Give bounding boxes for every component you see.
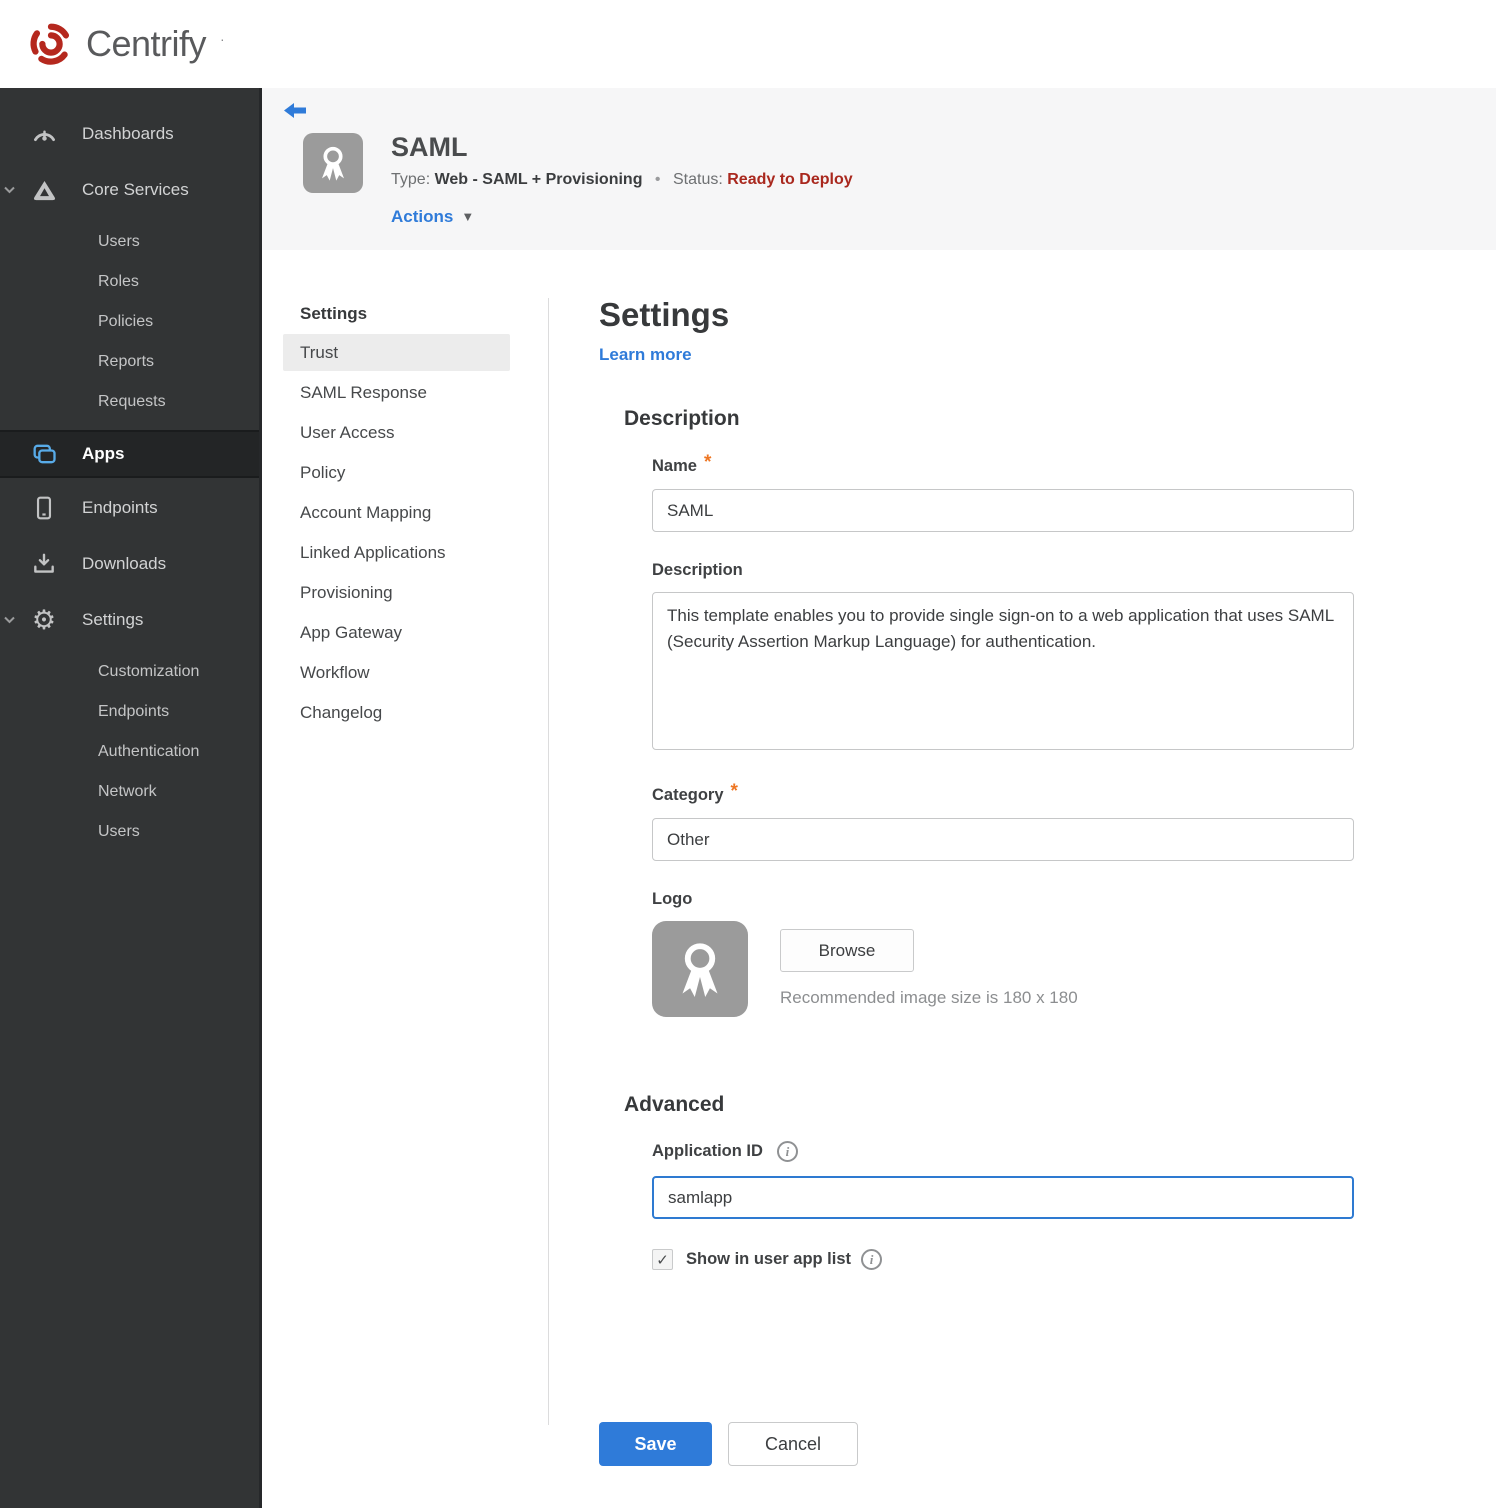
content-area: SAML Type: Web - SAML + Provisioning • S… [262, 88, 1496, 1508]
description-section: Description Name * SAML Description This… [599, 407, 1369, 1017]
brand-name: Centrify [86, 23, 207, 64]
sidebar-item-settings-users[interactable]: Users [0, 812, 259, 852]
application-id-field: Application ID i [652, 1141, 1369, 1219]
download-icon [30, 550, 58, 578]
sidebar-item-reports[interactable]: Reports [0, 342, 259, 382]
subnav-item-linked-applications[interactable]: Linked Applications [283, 534, 510, 571]
type-label: Type: [391, 170, 431, 188]
form-footer: Save Cancel [599, 1422, 1369, 1466]
sidebar-item-core-services[interactable]: Core Services [0, 168, 259, 212]
subnav-item-provisioning[interactable]: Provisioning [283, 574, 510, 611]
category-label: Category [652, 785, 724, 804]
sidebar-item-policies[interactable]: Policies [0, 302, 259, 342]
logo-label: Logo [652, 890, 693, 908]
sidebar-item-roles[interactable]: Roles [0, 262, 259, 302]
app-meta: Type: Web - SAML + Provisioning • Status… [391, 171, 853, 189]
subnav-header: Settings [300, 304, 368, 323]
core-services-icon [30, 176, 58, 204]
sidebar-item-label: Core Services [82, 180, 189, 199]
type-value: Web - SAML + Provisioning [434, 170, 643, 188]
status-label: Status: [672, 170, 723, 188]
description-label: Description [652, 561, 743, 579]
app-header: SAML Type: Web - SAML + Provisioning • S… [262, 88, 1496, 250]
chevron-down-icon[interactable] [4, 186, 15, 194]
info-icon[interactable]: i [776, 1141, 798, 1162]
settings-form: Settings Learn more Description Name * S… [599, 298, 1369, 1466]
save-button[interactable]: Save [599, 1422, 712, 1466]
advanced-heading: Advanced [624, 1093, 725, 1116]
gauge-icon [30, 120, 58, 148]
required-asterisk: * [730, 781, 738, 802]
browse-button[interactable]: Browse [780, 929, 914, 972]
category-field: Category * [652, 781, 1369, 861]
advanced-section: Advanced Application ID i ✓ [599, 1093, 1369, 1270]
back-button[interactable] [283, 102, 308, 122]
centrify-logo: Centrify · [28, 21, 225, 67]
apps-icon [30, 440, 58, 468]
chevron-down-icon: ▼ [461, 209, 475, 225]
sidebar-item-settings-endpoints[interactable]: Endpoints [0, 692, 259, 732]
page: Centrify · Dashboards Core Services User… [0, 0, 1496, 1508]
learn-more-link[interactable]: Learn more [599, 345, 692, 365]
description-field: Description This template enables you to… [652, 561, 1369, 755]
centrify-logo-icon [28, 21, 74, 67]
logo-field: Logo Browse Recommended image size is 18… [652, 890, 1369, 1017]
subnav-item-workflow[interactable]: Workflow [283, 654, 510, 691]
subnav-item-account-mapping[interactable]: Account Mapping [283, 494, 510, 531]
show-in-user-app-list-field: ✓ Show in user app list i [652, 1249, 1369, 1270]
description-textarea[interactable]: This template enables you to provide sin… [652, 592, 1354, 750]
mobile-device-icon [30, 494, 58, 522]
sidebar-item-dashboards[interactable]: Dashboards [0, 112, 259, 156]
sidebar-item-customization[interactable]: Customization [0, 652, 259, 692]
subnav-item-policy[interactable]: Policy [283, 454, 510, 491]
info-icon[interactable]: i [861, 1249, 883, 1270]
brand-trademark: · [220, 31, 225, 47]
show-in-user-app-list-checkbox[interactable]: ✓ [652, 1249, 673, 1270]
name-field: Name * [652, 452, 1369, 532]
sidebar-item-users[interactable]: Users [0, 222, 259, 262]
name-label: Name [652, 456, 697, 475]
sidebar-item-label: Dashboards [82, 124, 174, 143]
app-logo-preview [652, 921, 748, 1017]
actions-dropdown[interactable]: Actions ▼ [391, 207, 474, 227]
application-id-label: Application ID [652, 1142, 763, 1160]
sidebar-item-authentication[interactable]: Authentication [0, 732, 259, 772]
logo-size-hint: Recommended image size is 180 x 180 [780, 988, 1078, 1007]
chevron-down-icon[interactable] [4, 616, 15, 624]
sidebar-item-endpoints[interactable]: Endpoints [0, 486, 259, 530]
gear-icon: ⚙ [31, 604, 57, 635]
subnav-item-user-access[interactable]: User Access [283, 414, 510, 451]
subnav-item-saml-response[interactable]: SAML Response [283, 374, 510, 411]
subnav-item-changelog[interactable]: Changelog [283, 694, 510, 731]
sidebar-item-label: Endpoints [82, 498, 158, 517]
show-in-user-app-list-label: Show in user app list [686, 1250, 852, 1268]
sidebar: Dashboards Core Services Users Roles Pol… [0, 88, 262, 1508]
settings-subnav: Settings Trust SAML Response User Access… [262, 298, 549, 1425]
app-logo-icon [303, 133, 363, 193]
sidebar-item-network[interactable]: Network [0, 772, 259, 812]
app-title: SAML [391, 132, 468, 162]
application-id-input[interactable] [652, 1176, 1354, 1219]
sidebar-item-label: Downloads [82, 554, 167, 573]
sidebar-item-label: Settings [82, 610, 144, 629]
subnav-item-trust[interactable]: Trust [283, 334, 510, 371]
page-title: Settings [599, 296, 730, 333]
status-badge: Ready to Deploy [727, 170, 853, 188]
subnav-item-app-gateway[interactable]: App Gateway [283, 614, 510, 651]
cancel-button[interactable]: Cancel [728, 1422, 858, 1466]
sidebar-item-requests[interactable]: Requests [0, 382, 259, 422]
name-input[interactable] [652, 489, 1354, 532]
required-asterisk: * [703, 452, 712, 473]
meta-separator: • [654, 170, 661, 188]
actions-label: Actions [391, 206, 454, 226]
sidebar-item-label: Apps [82, 444, 125, 463]
sidebar-item-downloads[interactable]: Downloads [0, 542, 259, 586]
sidebar-item-apps[interactable]: Apps [0, 430, 259, 478]
description-heading: Description [624, 407, 740, 430]
sidebar-item-settings[interactable]: ⚙ Settings [0, 598, 259, 642]
top-bar: Centrify · [0, 0, 1496, 88]
category-input[interactable] [652, 818, 1354, 861]
